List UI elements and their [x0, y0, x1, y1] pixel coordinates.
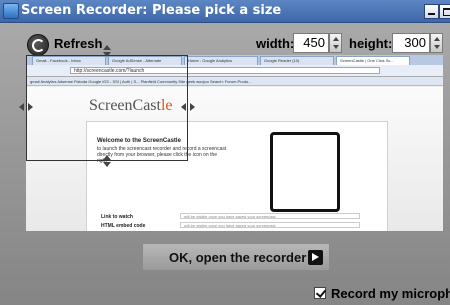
field-input: will be visible once you have saved your…	[180, 213, 360, 219]
refresh-icon	[27, 34, 49, 56]
browser-tab: Home - Google Analytics	[184, 56, 258, 65]
record-microphone-checkbox[interactable]	[314, 287, 326, 299]
tablet-image	[270, 132, 340, 212]
record-microphone-label[interactable]: Record my micropho	[331, 286, 450, 301]
app-icon	[3, 3, 19, 19]
browser-tab: ScreenCastle | One Click Sc...	[336, 56, 410, 65]
field-input: will be visible once you have saved your…	[180, 222, 360, 228]
resize-handle-bottom-icon[interactable]	[103, 155, 111, 167]
minimize-button[interactable]	[424, 4, 439, 19]
refresh-label: Refresh	[54, 36, 103, 51]
width-field[interactable]: 450	[293, 33, 329, 53]
open-recorder-button[interactable]: OK, open the recorder	[142, 243, 330, 271]
capture-area-frame[interactable]	[26, 55, 188, 161]
resize-handle-right-icon[interactable]	[181, 103, 195, 111]
browser-tab: Google Reader (10)	[260, 56, 334, 65]
field-label: Link to watch	[101, 214, 133, 220]
arrow-right-icon	[308, 250, 323, 265]
maximize-button[interactable]	[439, 4, 450, 19]
window-title: Screen Recorder: Please pick a size	[21, 3, 282, 18]
width-label: width:	[256, 36, 295, 51]
field-label: HTML embed code	[101, 223, 146, 229]
height-label: height:	[349, 36, 393, 51]
open-recorder-label: OK, open the recorder	[169, 250, 307, 265]
resize-handle-left-icon[interactable]	[19, 103, 33, 111]
resize-handle-top-icon[interactable]	[103, 45, 111, 57]
width-spinner[interactable]	[329, 33, 342, 53]
height-spinner[interactable]	[430, 33, 443, 53]
title-bar: Screen Recorder: Please pick a size	[0, 0, 450, 23]
height-field[interactable]: 300	[392, 33, 430, 53]
